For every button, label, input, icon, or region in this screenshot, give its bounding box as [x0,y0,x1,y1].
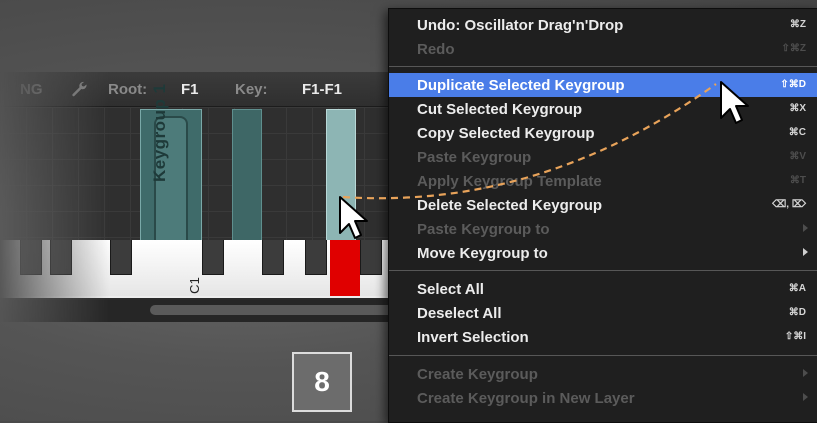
menu-item-label: Redo [417,41,455,58]
menu-item-invert-selection[interactable]: Invert Selection ⇧⌘I [389,325,817,349]
keygroup-editor: NG Root: F1 Key: F1-F1 Keygroup 1 C1 [0,72,400,322]
menu-item-duplicate-keygroup[interactable]: Duplicate Selected Keygroup ⇧⌘D [389,73,817,97]
menu-item-create-keygroup-new-layer: Create Keygroup in New Layer [389,386,817,410]
menu-item-label: Cut Selected Keygroup [417,101,583,118]
menu-item-shortcut: ⌫, ⌦ [772,199,806,210]
black-key[interactable] [262,240,284,275]
black-key[interactable] [305,240,327,275]
menu-item-label: Copy Selected Keygroup [417,125,595,142]
menu-item-label: Undo: Oscillator Drag'n'Drop [417,17,624,34]
menu-item-shortcut: ⌘D [788,307,806,318]
menu-item-move-keygroup-to[interactable]: Move Keygroup to [389,241,817,265]
menu-item-label: Delete Selected Keygroup [417,197,603,214]
step-number-badge: 8 [292,352,352,412]
menu-item-paste-keygroup-to: Paste Keygroup to [389,217,817,241]
menu-item-label: Invert Selection [417,329,529,346]
menu-item-apply-template: Apply Keygroup Template ⌘T [389,169,817,193]
menu-item-select-all[interactable]: Select All ⌘A [389,277,817,301]
menu-item-delete-keygroup[interactable]: Delete Selected Keygroup ⌫, ⌦ [389,193,817,217]
wrench-icon[interactable] [70,80,88,98]
root-label: Root: [108,81,148,98]
menu-item-deselect-all[interactable]: Deselect All ⌘D [389,301,817,325]
menu-item-redo: Redo ⇧⌘Z [389,37,817,61]
horizontal-scrollbar-thumb[interactable] [150,305,400,315]
menu-item-shortcut: ⌘C [788,127,806,138]
white-key[interactable] [150,240,181,296]
menu-item-shortcut: ⌘T [789,175,806,186]
menu-separator [389,355,817,356]
menu-item-label: Paste Keygroup to [417,221,550,238]
submenu-arrow-icon [803,224,808,232]
root-value[interactable]: F1 [181,81,199,98]
menu-item-label: Create Keygroup in New Layer [417,390,635,407]
context-menu: Undo: Oscillator Drag'n'Drop ⌘Z Redo ⇧⌘Z… [388,8,817,423]
key-label: Key: [235,81,268,98]
menu-item-label: Select All [417,281,484,298]
menu-item-copy-keygroup[interactable]: Copy Selected Keygroup ⌘C [389,121,817,145]
menu-item-label: Apply Keygroup Template [417,173,602,190]
white-key-selected[interactable] [330,240,361,296]
black-key[interactable] [110,240,132,275]
black-key[interactable] [50,240,72,275]
black-key[interactable] [202,240,224,275]
key-value[interactable]: F1-F1 [302,81,342,98]
editor-header: NG Root: F1 Key: F1-F1 [0,72,400,107]
black-key[interactable] [20,240,42,275]
truncated-header-text: NG [20,81,43,98]
submenu-arrow-icon [803,248,808,256]
submenu-arrow-icon [803,393,808,401]
menu-item-paste-keygroup: Paste Keygroup ⌘V [389,145,817,169]
menu-item-shortcut: ⇧⌘D [780,79,806,90]
menu-item-undo[interactable]: Undo: Oscillator Drag'n'Drop ⌘Z [389,13,817,37]
menu-separator [389,66,817,67]
black-key[interactable] [360,240,382,275]
menu-item-label: Duplicate Selected Keygroup [417,77,625,94]
menu-item-label: Paste Keygroup [417,149,532,166]
menu-item-shortcut: ⌘X [789,103,806,114]
menu-item-shortcut: ⇧⌘Z [781,43,807,54]
menu-item-label: Create Keygroup [417,366,538,383]
menu-item-shortcut: ⇧⌘I [784,331,806,342]
menu-item-create-keygroup: Create Keygroup [389,362,817,386]
menu-item-shortcut: ⌘A [788,283,806,294]
note-c1-label: C1 [186,277,202,294]
menu-item-shortcut: ⌘V [789,151,806,162]
menu-item-cut-keygroup[interactable]: Cut Selected Keygroup ⌘X [389,97,817,121]
menu-item-label: Deselect All [417,305,502,322]
menu-separator [389,270,817,271]
menu-item-shortcut: ⌘Z [789,19,806,30]
menu-item-label: Move Keygroup to [417,245,548,262]
submenu-arrow-icon [803,369,808,377]
